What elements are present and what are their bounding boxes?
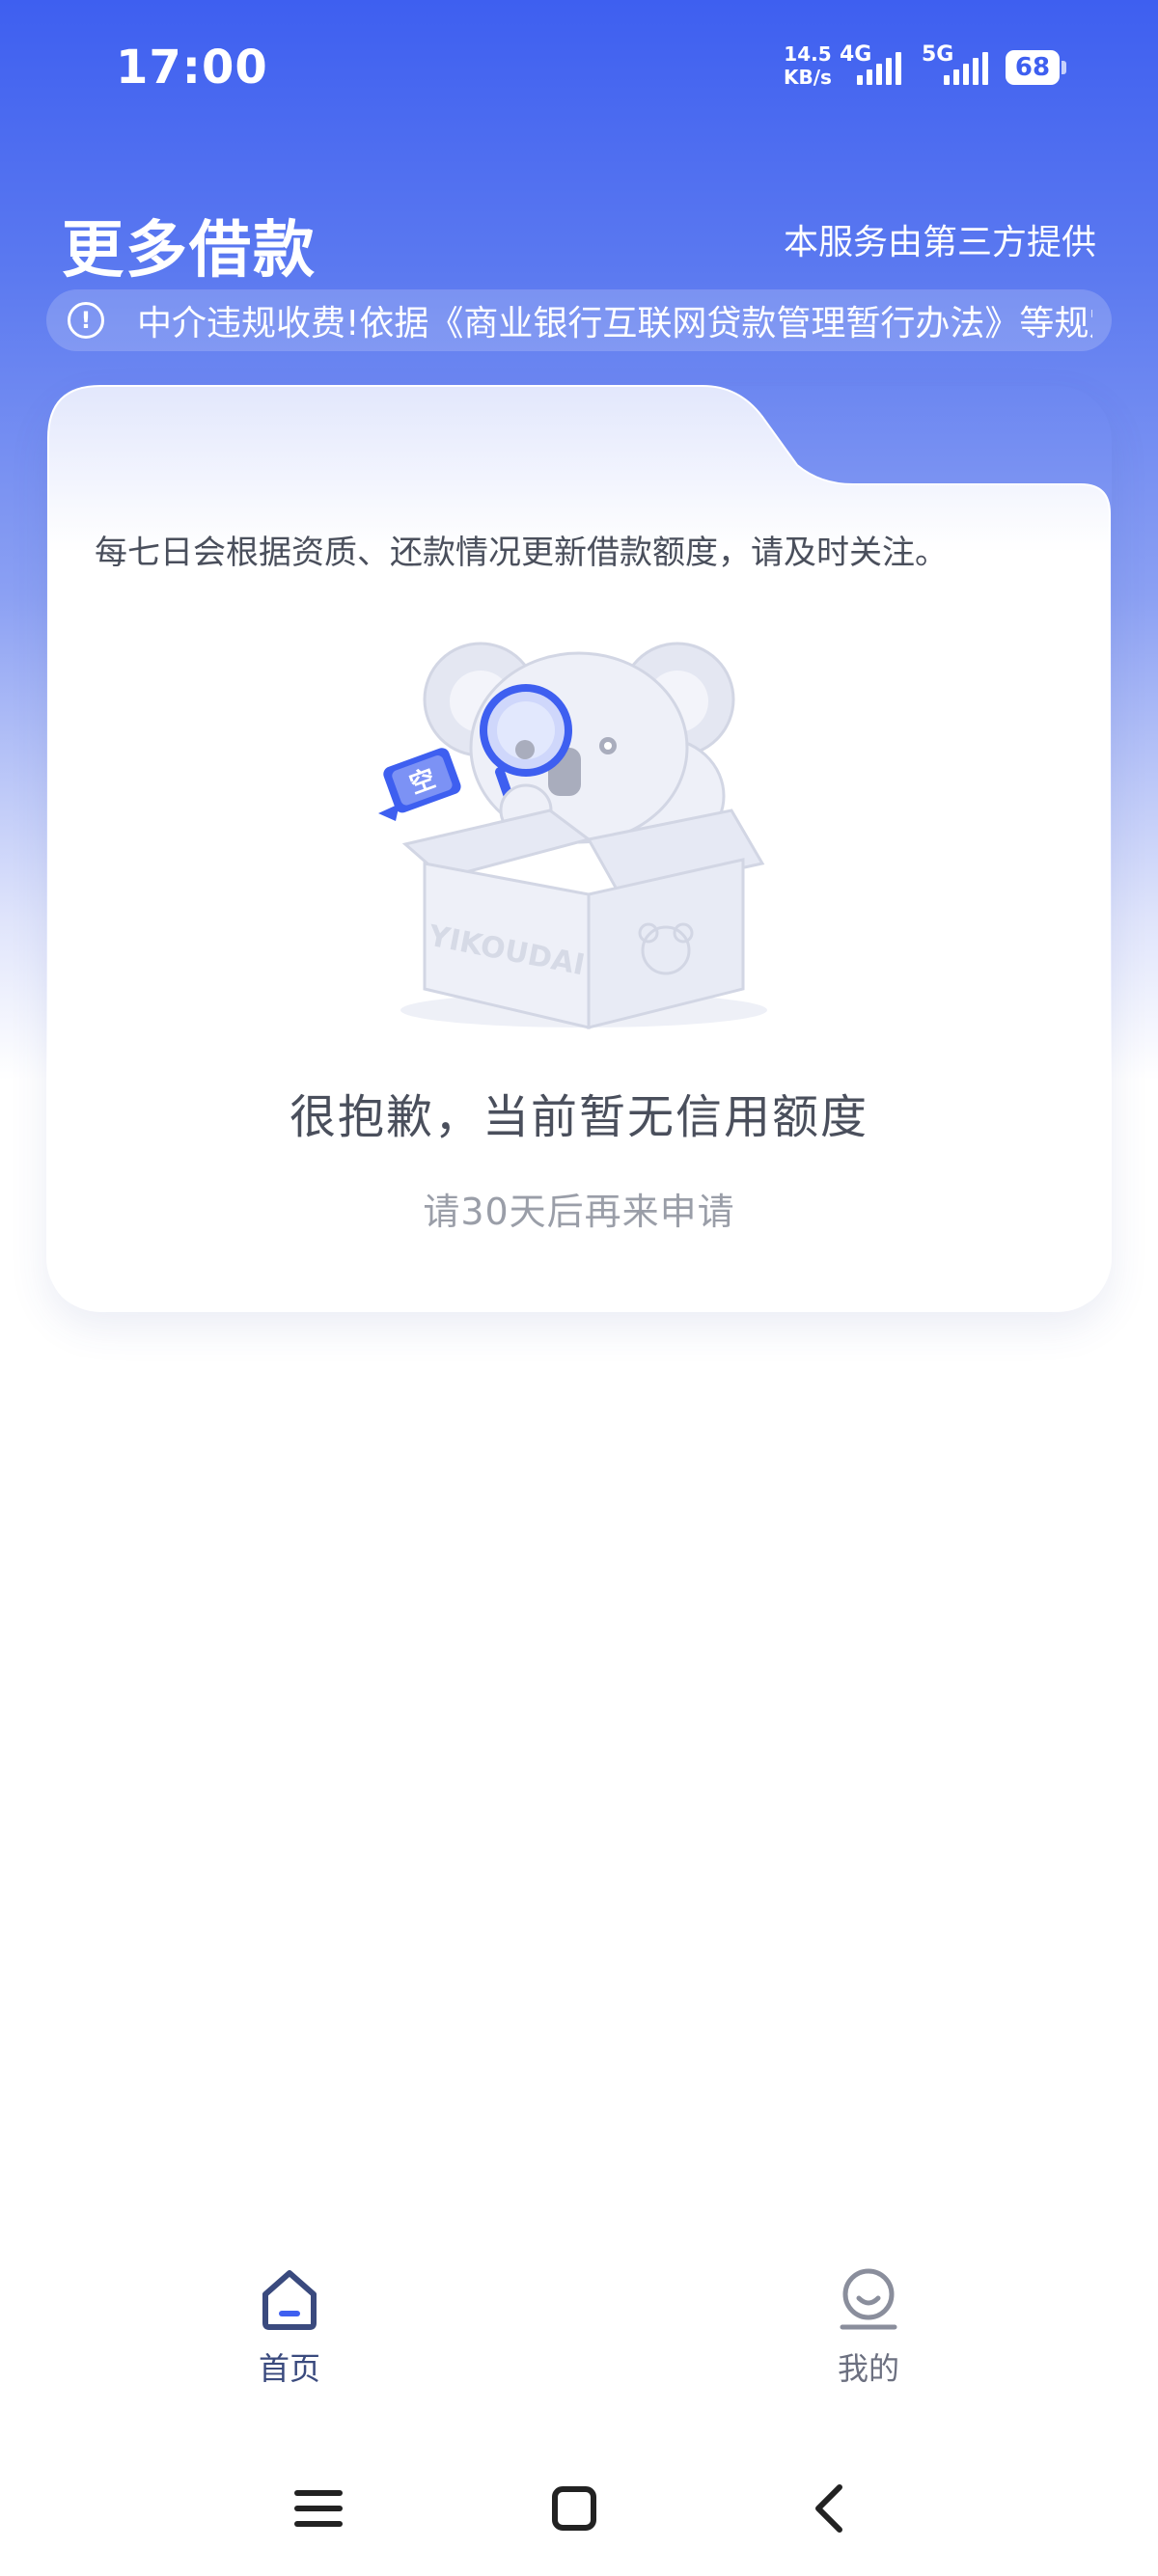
status-bar: 17:00 14.5 KB/s 4G 5G 68 bbox=[0, 0, 1158, 135]
empty-state-subtitle: 请30天后再来申请 bbox=[423, 1191, 735, 1233]
empty-state-title: 很抱歉，当前暂无信用额度 bbox=[289, 1090, 868, 1144]
provider-note: 本服务由第三方提供 bbox=[783, 223, 1096, 262]
profile-icon bbox=[840, 2268, 897, 2330]
home-square-icon[interactable] bbox=[536, 2470, 613, 2547]
menu-icon[interactable] bbox=[280, 2470, 357, 2547]
network-speed-value: 14.5 bbox=[784, 42, 832, 66]
page: 17:00 14.5 KB/s 4G 5G 68 更多借款 本服务由第三方提供 … bbox=[0, 0, 1158, 2576]
notice-text: 中介违规收费!依据《商业银行互联网贷款管理暂行办法》等规定 bbox=[137, 304, 1092, 343]
notice-bar[interactable]: ! 中介违规收费!依据《商业银行互联网贷款管理暂行办法》等规定 bbox=[46, 289, 1112, 351]
network-speed: 14.5 KB/s bbox=[784, 42, 832, 89]
tab-home-label: 首页 bbox=[258, 2350, 320, 2387]
info-icon: ! bbox=[68, 302, 104, 339]
page-title: 更多借款 bbox=[62, 215, 317, 287]
tab-home[interactable]: 首页 bbox=[174, 2248, 405, 2412]
tab-mine[interactable]: 我的 bbox=[753, 2248, 984, 2412]
back-icon[interactable] bbox=[791, 2470, 868, 2547]
signal-strength-icon-2 bbox=[944, 50, 988, 85]
battery-tip bbox=[1062, 61, 1066, 74]
bottom-tab-bar: 首页 我的 bbox=[0, 2248, 1158, 2412]
home-icon bbox=[262, 2270, 317, 2330]
status-time: 17:00 bbox=[116, 41, 268, 95]
network-speed-unit: KB/s bbox=[784, 66, 832, 89]
empty-state-koala-illustration: 空 YIKOUDAI bbox=[378, 642, 767, 1029]
signal-strength-icon bbox=[857, 50, 901, 85]
credit-update-description: 每七日会根据资质、还款情况更新借款额度，请及时关注。 bbox=[95, 534, 948, 572]
battery-icon: 68 bbox=[1006, 50, 1060, 85]
system-navigation-bar bbox=[0, 2451, 1158, 2576]
tab-mine-label: 我的 bbox=[837, 2350, 899, 2387]
